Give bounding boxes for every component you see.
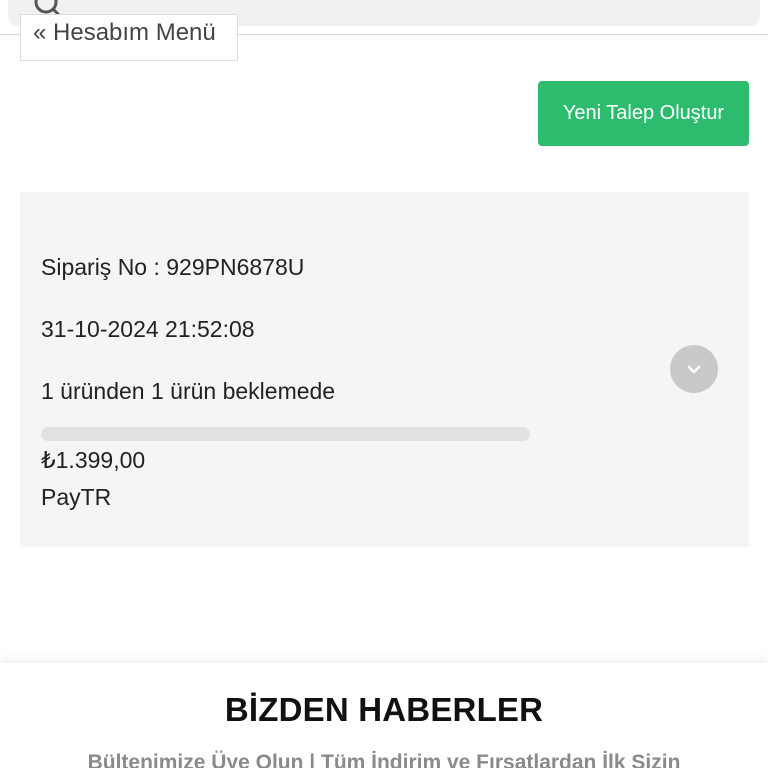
account-menu-label: « Hesabım Menü xyxy=(33,19,216,46)
order-status: 1 üründen 1 ürün beklemede xyxy=(41,378,336,404)
newsletter-subtitle: Bültenimize Üye Olun | Tüm İndirim ve Fı… xyxy=(87,751,681,768)
order-date: 31-10-2024 21:52:08 xyxy=(41,316,255,342)
new-request-button[interactable]: Yeni Talep Oluştur xyxy=(538,81,749,146)
order-progress-bar xyxy=(41,427,530,441)
newsletter-title: BİZDEN HABERLER xyxy=(224,691,544,728)
order-payment-method: PayTR xyxy=(41,484,112,510)
newsletter-section: BİZDEN HABERLER Bültenimize Üye Olun | T… xyxy=(0,663,768,768)
order-total: ₺1.399,00 xyxy=(41,447,146,473)
account-menu-button[interactable]: « Hesabım Menü xyxy=(20,14,238,61)
chevron-down-icon xyxy=(687,365,701,374)
order-number: Sipariş No : 929PN6878U xyxy=(41,254,305,280)
order-card: Sipariş No : 929PN6878U 31-10-2024 21:52… xyxy=(20,192,749,547)
expand-order-button[interactable] xyxy=(670,345,718,393)
